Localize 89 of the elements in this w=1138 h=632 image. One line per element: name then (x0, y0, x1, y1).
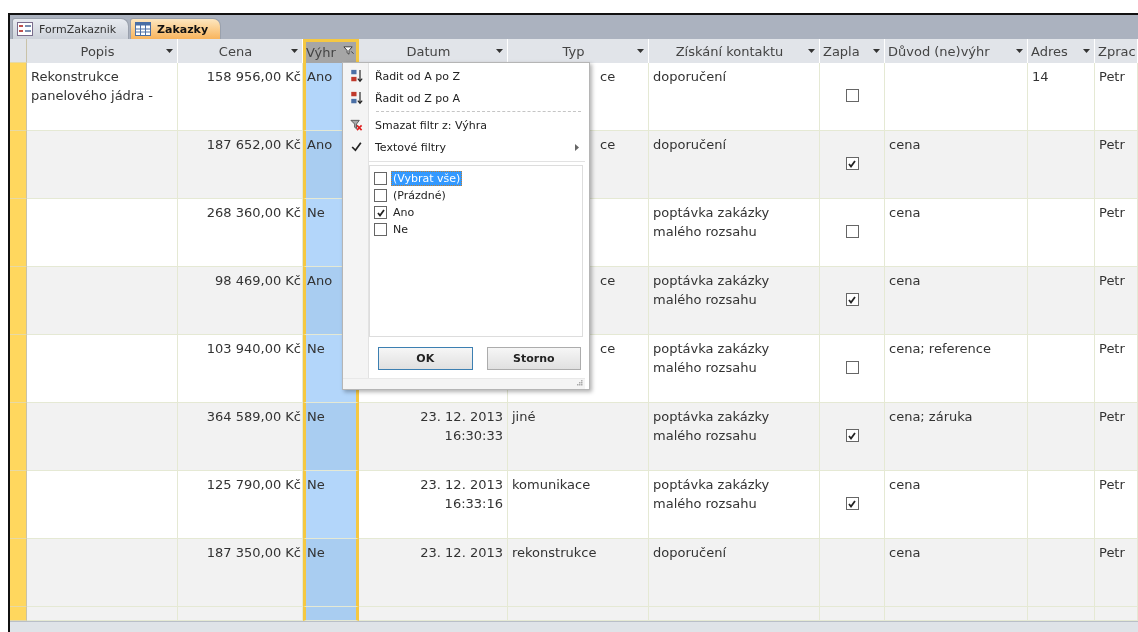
filter-icon (343, 45, 354, 56)
table-cell: 103 940,00 Kč (178, 335, 303, 403)
table-cell: 187 350,00 Kč (178, 539, 303, 607)
table-cell: cena (885, 539, 1028, 607)
table-cell (1028, 335, 1095, 403)
table-cell (1028, 471, 1095, 539)
table-cell: 268 360,00 Kč (178, 199, 303, 267)
table-cell: Ne (303, 539, 359, 607)
table-cell: cena (885, 131, 1028, 199)
table-cell: poptávka zakázky malého rozsahu (649, 335, 820, 403)
table-cell (1028, 607, 1095, 621)
table-cell: jiné (508, 403, 649, 471)
table-cell (1028, 267, 1095, 335)
checkbox[interactable] (845, 293, 859, 306)
table-cell: doporučení (649, 131, 820, 199)
table-cell: 125 790,00 Kč (178, 471, 303, 539)
dropdown-icon[interactable] (873, 49, 880, 53)
resize-grip-icon[interactable] (577, 380, 583, 386)
table-cell: Petr (1095, 471, 1138, 539)
table-cell: cena (885, 199, 1028, 267)
list-item[interactable]: (Prázdné) (391, 188, 448, 203)
table-cell: 364 589,00 Kč (178, 403, 303, 471)
checkbox[interactable] (845, 225, 859, 238)
dialog-button[interactable]: Storno (486, 347, 581, 370)
table-cell: Rekonstrukce panelového jádra - (27, 63, 178, 131)
checkbox[interactable] (845, 497, 859, 510)
checkbox[interactable] (374, 189, 387, 202)
dropdown-icon[interactable] (1016, 49, 1023, 53)
checkbox[interactable] (845, 157, 859, 170)
table-cell: doporučení (649, 63, 820, 131)
table-cell: doporučení (649, 539, 820, 607)
dropdown-icon[interactable] (808, 49, 815, 53)
table-cell: 187 652,00 Kč (178, 131, 303, 199)
table-cell: Petr (1095, 539, 1138, 607)
dropdown-icon[interactable] (1083, 49, 1090, 53)
checkbox[interactable] (845, 429, 859, 442)
table-cell: 23. 12. 2013 16:33:16 (359, 471, 508, 539)
table-cell: cena; záruka (885, 403, 1028, 471)
dropdown-icon[interactable] (166, 49, 173, 53)
table-cell: 23. 12. 2013 16:30:33 (359, 403, 508, 471)
table-cell (303, 607, 359, 621)
table-cell: cena (885, 267, 1028, 335)
table-cell (1028, 403, 1095, 471)
table-cell: Petr (1095, 335, 1138, 403)
table-cell (1028, 539, 1095, 607)
clear-filter-icon (349, 118, 363, 132)
table-cell: poptávka zakázky malého rozsahu (649, 199, 820, 267)
checkbox[interactable] (845, 361, 859, 374)
document-tab[interactable]: Zakazky (130, 18, 222, 39)
dropdown-icon[interactable] (637, 49, 644, 53)
table-cell: Petr (1095, 267, 1138, 335)
table-cell: 14 (1028, 63, 1095, 131)
table-cell: cena (885, 471, 1028, 539)
dialog-button[interactable]: OK (378, 347, 473, 370)
table-cell: rekonstrukce (508, 539, 649, 607)
checkmark-icon (349, 140, 363, 154)
form-icon (17, 22, 33, 36)
table-cell: cena; reference (885, 335, 1028, 403)
table-cell (820, 607, 885, 621)
table-cell (1095, 607, 1138, 621)
table-icon (135, 22, 152, 36)
list-item[interactable]: Ne (391, 222, 410, 237)
table-cell (1028, 131, 1095, 199)
checkbox[interactable] (374, 206, 387, 219)
table-cell: poptávka zakázky malého rozsahu (649, 471, 820, 539)
document-tab[interactable]: FormZakaznik (12, 18, 130, 39)
table-cell: 23. 12. 2013 (359, 539, 508, 607)
table-cell (1028, 199, 1095, 267)
table-cell: 158 956,00 Kč (178, 63, 303, 131)
dropdown-icon[interactable] (496, 49, 503, 53)
list-item[interactable]: Ano (391, 205, 417, 220)
checkbox[interactable] (374, 223, 387, 236)
table-cell: poptávka zakázky malého rozsahu (649, 403, 820, 471)
table-cell: komunikace (508, 471, 649, 539)
table-cell: Petr (1095, 199, 1138, 267)
table-cell: Petr (1095, 63, 1138, 131)
sort-ascending-icon (349, 69, 363, 83)
table-cell: Petr (1095, 131, 1138, 199)
checkbox[interactable] (374, 172, 387, 185)
table-cell: Ne (303, 471, 359, 539)
table-cell: Petr (1095, 403, 1138, 471)
submenu-arrow-icon (575, 143, 579, 151)
column-header[interactable]: Výhr (303, 39, 359, 63)
table-cell: Ne (303, 403, 359, 471)
dropdown-icon[interactable] (291, 49, 298, 53)
table-cell: 98 469,00 Kč (178, 267, 303, 335)
checkbox[interactable] (845, 89, 859, 102)
table-cell: poptávka zakázky malého rozsahu (649, 267, 820, 335)
sort-descending-icon (349, 91, 363, 105)
